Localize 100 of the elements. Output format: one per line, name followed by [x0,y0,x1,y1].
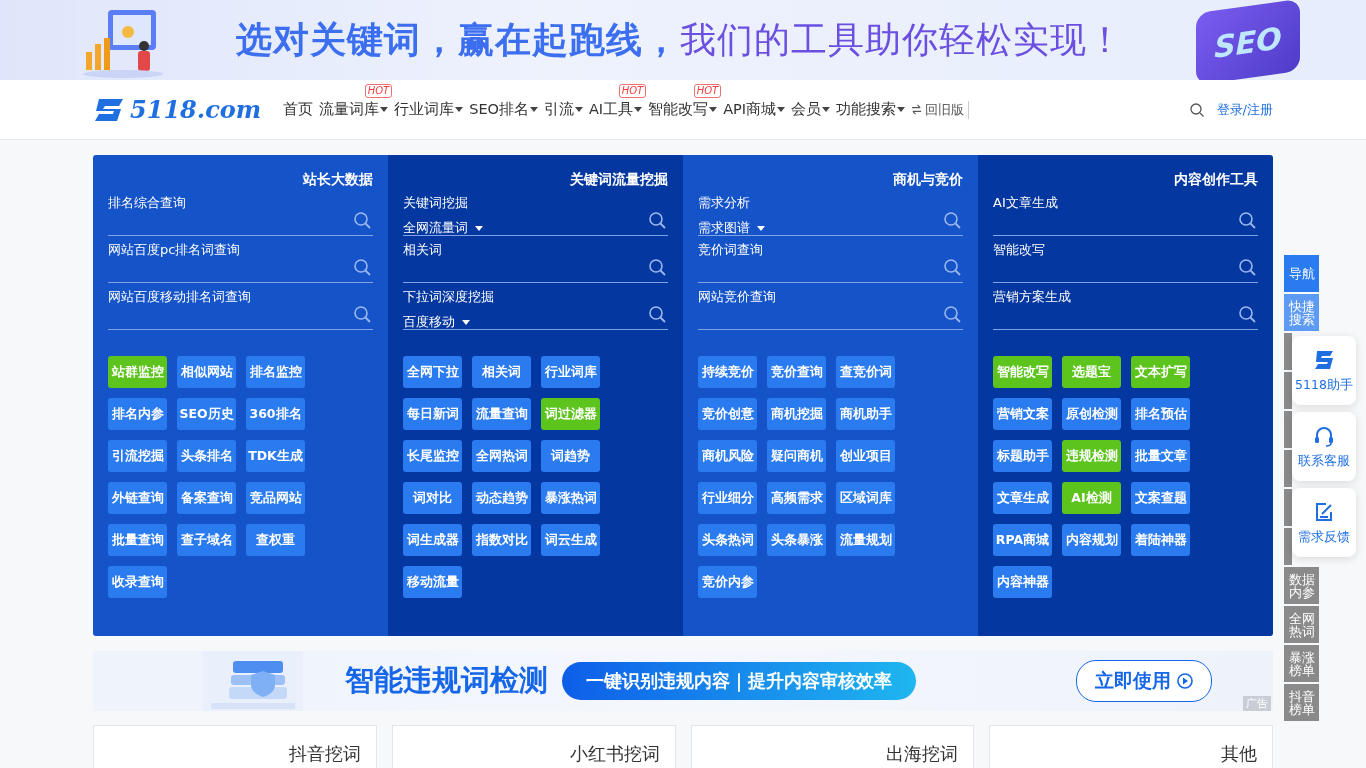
search-icon[interactable] [1188,101,1205,118]
tool-button[interactable]: 批量查询 [108,524,167,556]
tool-button[interactable]: 竞品网站 [246,482,305,514]
tool-button[interactable]: 行业词库 [541,356,600,388]
tool-button[interactable]: 区域词库 [836,482,895,514]
side-nav-item[interactable]: 全网热词 [1284,606,1319,643]
use-now-button[interactable]: 立即使用 [1076,660,1212,702]
menu-item[interactable]: SEO排名 [469,100,544,119]
search-field[interactable]: 网站百度移动排名词查询 [108,288,373,330]
tool-button[interactable]: 营销文案 [993,398,1052,430]
site-logo[interactable]: 5118.com [93,95,262,124]
tool-button[interactable]: 查子域名 [177,524,236,556]
tool-button[interactable]: 头条排名 [177,440,236,472]
search-field[interactable]: 关键词挖掘 全网流量词 [403,194,668,236]
search-icon[interactable] [1238,258,1256,276]
search-field[interactable]: 网站竞价查询 [698,288,963,330]
search-field[interactable]: 下拉词深度挖掘 百度移动 [403,288,668,330]
search-icon[interactable] [353,258,371,276]
tool-button[interactable]: 文本扩写 [1131,356,1190,388]
tool-button[interactable]: 外链查询 [108,482,167,514]
tool-button[interactable]: 每日新词 [403,398,462,430]
search-icon[interactable] [1238,305,1256,323]
side-nav-item[interactable]: 暴涨榜单 [1284,645,1319,682]
category-card[interactable]: 其他 [989,725,1273,768]
menu-item[interactable]: 智能改写 [648,100,724,119]
tool-button[interactable]: 排名预估 [1131,398,1190,430]
tool-button[interactable]: 查竞价词 [836,356,895,388]
tool-button[interactable]: 竞价查询 [767,356,826,388]
source-select[interactable]: 全网流量词 [403,219,483,237]
tool-button[interactable]: 词云生成 [541,524,600,556]
side-nav-item[interactable]: 快捷搜索 [1284,294,1319,331]
tool-button[interactable]: 词过滤器 [541,398,600,430]
search-field[interactable]: 网站百度pc排名词查询 [108,241,373,283]
tool-button[interactable]: 收录查询 [108,566,167,598]
tool-button[interactable]: 着陆神器 [1131,524,1190,556]
tool-button[interactable]: 长尾监控 [403,440,462,472]
tool-button[interactable]: 内容规划 [1062,524,1121,556]
menu-item[interactable]: 引流 [543,100,589,119]
tool-button[interactable]: 竞价创意 [698,398,757,430]
search-icon[interactable] [1238,211,1256,229]
tool-button[interactable]: 360排名 [246,398,305,430]
search-icon[interactable] [648,305,666,323]
search-icon[interactable] [943,258,961,276]
tool-button[interactable]: AI检测 [1062,482,1121,514]
tool-button[interactable]: 创业项目 [836,440,895,472]
menu-item[interactable]: API商城 [723,100,792,119]
tool-button[interactable]: 持续竞价 [698,356,757,388]
menu-item[interactable]: 功能搜索 [836,100,912,119]
side-nav-item[interactable]: 数据内参 [1284,567,1319,604]
category-card[interactable]: 抖音挖词 [93,725,377,768]
menu-item[interactable]: 会员 [791,100,837,119]
float-button[interactable]: 5118助手 [1292,336,1356,405]
search-icon[interactable] [353,305,371,323]
tool-button[interactable]: 文章生成 [993,482,1052,514]
tool-button[interactable]: 全网热词 [472,440,531,472]
search-field[interactable]: 需求分析 需求图谱 [698,194,963,236]
side-nav-item[interactable]: 抖音榜单 [1284,684,1319,721]
float-button[interactable]: 联系客服 [1292,412,1356,481]
tool-button[interactable]: 头条热词 [698,524,757,556]
tool-button[interactable]: RPA商城 [993,524,1052,556]
tool-button[interactable]: 商机挖掘 [767,398,826,430]
tool-button[interactable]: 行业细分 [698,482,757,514]
search-field[interactable]: 相关词 [403,241,668,283]
tool-button[interactable]: 站群监控 [108,356,167,388]
tool-button[interactable]: 全网下拉 [403,356,462,388]
tool-button[interactable]: 原创检测 [1062,398,1121,430]
search-field[interactable]: 排名综合查询 [108,194,373,236]
tool-button[interactable]: 智能改写 [993,356,1052,388]
tool-button[interactable]: 商机风险 [698,440,757,472]
tool-button[interactable]: 相似网站 [177,356,236,388]
search-field[interactable]: AI文章生成 [993,194,1258,236]
tool-button[interactable]: 排名监控 [246,356,305,388]
source-select[interactable]: 百度移动 [403,313,470,331]
tool-button[interactable]: 查权重 [246,524,305,556]
tool-button[interactable]: 动态趋势 [472,482,531,514]
menu-item[interactable]: 行业词库 [394,100,470,119]
tool-button[interactable]: 商机助手 [836,398,895,430]
side-nav-item[interactable]: 导航 [1284,255,1319,292]
category-card[interactable]: 出海挖词 [690,725,975,768]
search-icon[interactable] [943,305,961,323]
tool-button[interactable]: 疑问商机 [767,440,826,472]
tool-button[interactable]: 备案查询 [177,482,236,514]
top-banner[interactable]: 选对关键词，赢在起跑线，我们的工具助你轻松实现！ SEO [0,0,1366,80]
tool-button[interactable]: 文案查题 [1131,482,1190,514]
tool-button[interactable]: 批量文章 [1131,440,1190,472]
menu-item[interactable]: 首页 [283,100,320,119]
tool-button[interactable]: 排名内参 [108,398,167,430]
tool-button[interactable]: 头条暴涨 [767,524,826,556]
menu-item[interactable]: 流量词库 [319,100,395,119]
tool-button[interactable]: 移动流量 [403,566,462,598]
menu-item[interactable]: AI工具 [588,100,649,119]
tool-button[interactable]: 内容神器 [993,566,1052,598]
tool-button[interactable]: 相关词 [472,356,531,388]
tool-button[interactable]: 暴涨热词 [541,482,600,514]
search-field[interactable]: 营销方案生成 [993,288,1258,330]
tool-button[interactable]: 词生成器 [403,524,462,556]
tool-button[interactable]: 选题宝 [1062,356,1121,388]
tool-button[interactable]: 引流挖掘 [108,440,167,472]
old-version-link[interactable]: 回旧版 [925,100,970,119]
search-icon[interactable] [648,211,666,229]
